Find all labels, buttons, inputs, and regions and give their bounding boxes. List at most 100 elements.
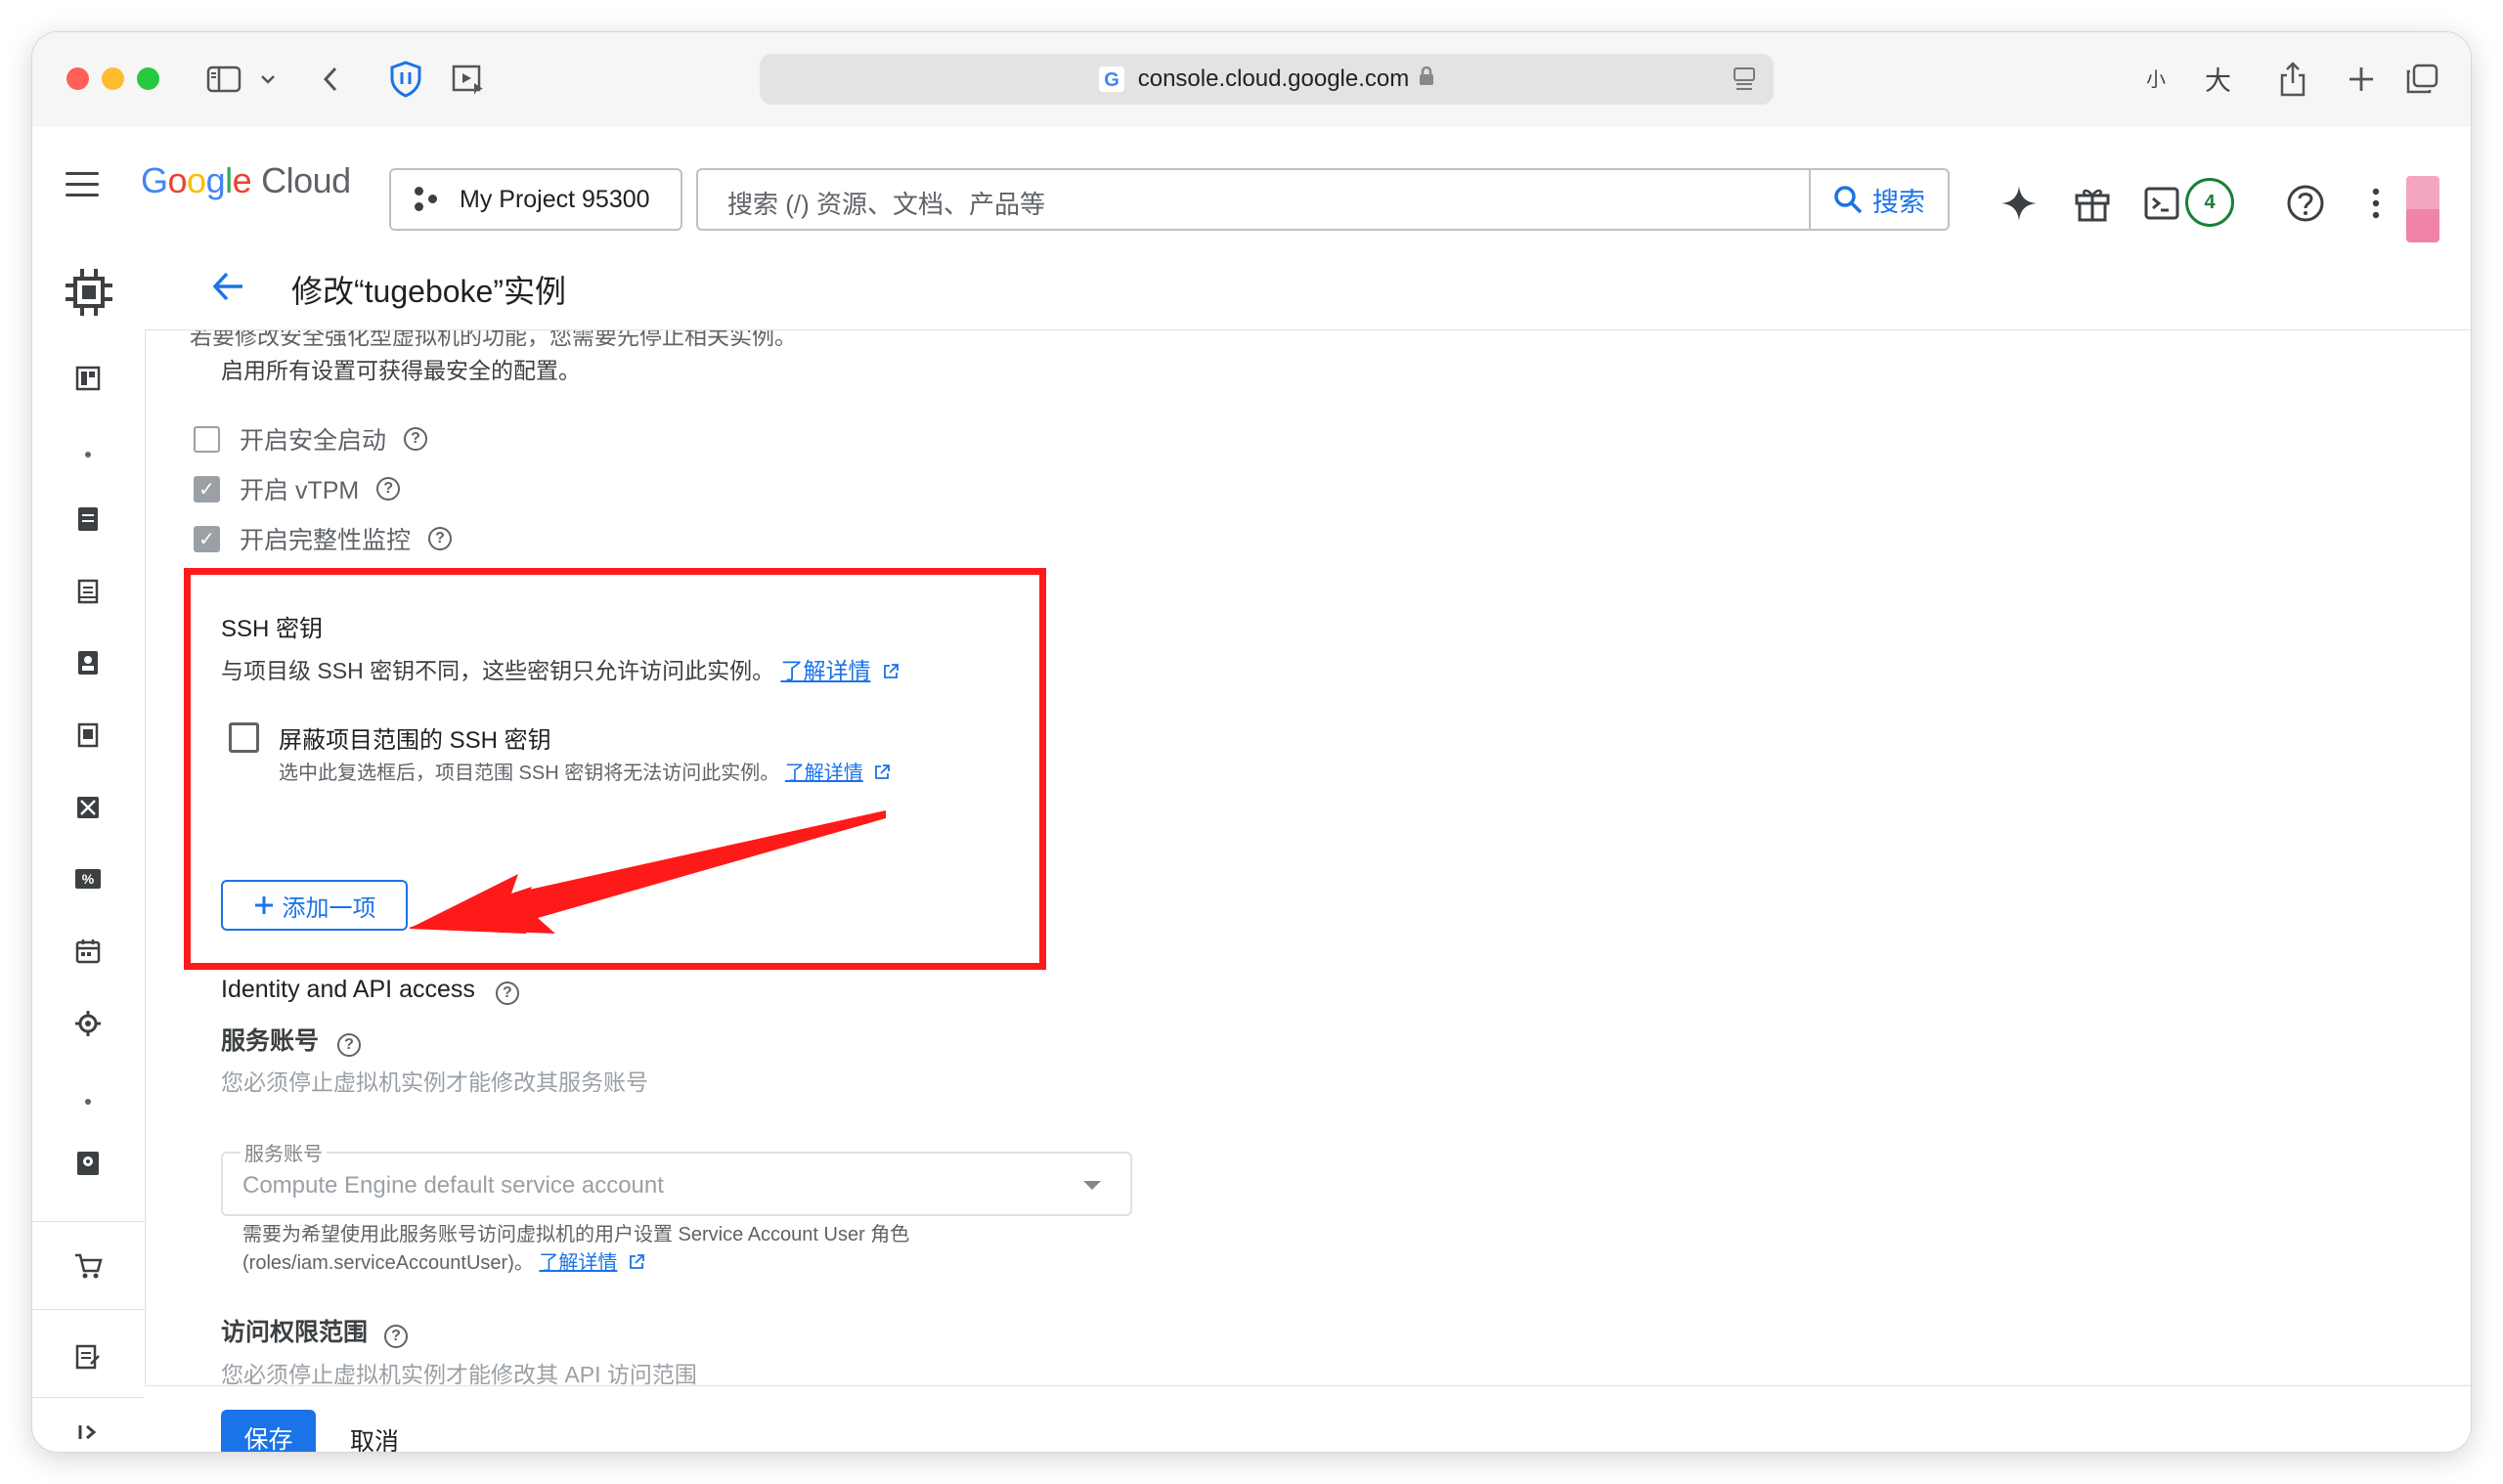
back-nav-icon[interactable] — [316, 58, 345, 101]
integrity-monitoring-checkbox-row[interactable]: ✓ 开启完整性监控 ? — [194, 521, 453, 556]
vtpm-checkbox-row[interactable]: ✓ 开启 vTPM ? — [194, 471, 401, 506]
help-icon[interactable]: ? — [404, 427, 428, 451]
back-arrow-icon[interactable] — [211, 269, 246, 304]
external-link-icon — [630, 1254, 644, 1269]
shielded-vm-note: 启用所有设置可获得最安全的配置。 — [221, 358, 581, 383]
compute-engine-icon[interactable] — [62, 265, 116, 320]
search-placeholder: 搜索 (/) 资源、文档、产品等 — [727, 190, 1045, 219]
marketplace-cart-icon[interactable] — [72, 1250, 104, 1282]
save-button[interactable]: 保存 — [221, 1410, 316, 1452]
help-icon[interactable]: ? — [336, 1033, 361, 1057]
logo-letter: g — [205, 160, 226, 200]
service-account-select[interactable]: 服务账号 Compute Engine default service acco… — [221, 1138, 1132, 1216]
sole-tenant-icon[interactable] — [72, 647, 104, 678]
service-account-helper-line2-row: (roles/iam.serviceAccountUser)。 了解详情 — [242, 1249, 909, 1278]
shield-extension-icon[interactable] — [384, 58, 427, 101]
rail-divider — [32, 1397, 145, 1398]
action-footer: 保存 取消 — [145, 1385, 2471, 1452]
share-icon[interactable] — [2271, 58, 2314, 101]
project-name: My Project 95300 — [460, 185, 650, 213]
logo-letter: e — [232, 160, 252, 200]
chevron-down-icon[interactable] — [253, 58, 283, 101]
instance-templates-icon[interactable] — [72, 576, 104, 607]
minimize-window-button[interactable] — [102, 67, 124, 90]
new-tab-icon[interactable] — [2340, 58, 2383, 101]
service-account-learn-more-link[interactable]: 了解详情 — [539, 1252, 617, 1274]
text-size-large-button[interactable]: 大 — [2205, 60, 2231, 98]
page-title-bar: 修改“tugeboke”实例 — [145, 243, 2471, 330]
service-account-select-label: 服务账号 — [241, 1138, 327, 1166]
search-button-label: 搜索 — [1872, 187, 1925, 217]
service-account-note: 您必须停止虚拟机实例才能修改其服务账号 — [221, 1069, 648, 1095]
cancel-button[interactable]: 取消 — [350, 1422, 399, 1452]
logo-letter: o — [187, 160, 206, 200]
secure-boot-checkbox[interactable] — [194, 425, 220, 453]
integrity-monitoring-label: 开启完整性监控 — [240, 527, 412, 554]
rail-dot — [85, 1099, 91, 1105]
secure-boot-label: 开启安全启动 — [240, 427, 387, 455]
os-patch-icon[interactable] — [72, 1148, 104, 1179]
gift-icon[interactable] — [2071, 182, 2114, 225]
browser-toolbar: G console.cloud.google.com 小 大 — [32, 32, 2471, 127]
secure-boot-checkbox-row[interactable]: 开启安全启动 ? — [194, 421, 428, 457]
help-icon[interactable]: ? — [383, 1325, 408, 1348]
google-cloud-logo[interactable]: Google Cloud — [141, 160, 351, 201]
svg-text:G: G — [1104, 69, 1120, 91]
lock-icon — [1419, 65, 1434, 92]
address-bar[interactable]: G console.cloud.google.com — [760, 54, 1774, 105]
notifications-badge[interactable]: 4 — [2185, 178, 2234, 227]
dashboard-icon[interactable] — [72, 363, 104, 394]
project-icon — [415, 187, 440, 212]
reader-mode-icon[interactable] — [1733, 66, 1756, 92]
access-scopes-title-row: 访问权限范围 ? — [221, 1313, 408, 1348]
tpus-icon[interactable] — [72, 792, 104, 823]
vm-instances-icon[interactable] — [72, 503, 104, 535]
service-account-title-row: 服务账号 ? — [221, 1022, 361, 1057]
release-notes-icon[interactable] — [72, 1340, 104, 1372]
access-scopes-title: 访问权限范围 — [221, 1319, 369, 1346]
zoom-window-button[interactable] — [137, 67, 159, 90]
page-title: 修改“tugeboke”实例 — [291, 274, 566, 309]
google-favicon-icon: G — [1098, 66, 1124, 92]
reservations-icon[interactable] — [72, 936, 104, 967]
url-text: console.cloud.google.com — [1137, 65, 1410, 92]
menu-icon[interactable] — [66, 172, 99, 199]
tab-overview-icon[interactable] — [2400, 58, 2443, 101]
search-icon — [1834, 186, 1863, 214]
left-nav-rail: % — [32, 243, 146, 1452]
rail-dot — [85, 452, 91, 458]
vtpm-label: 开启 vTPM — [240, 477, 360, 504]
help-icon[interactable] — [2284, 182, 2327, 225]
help-icon[interactable]: ? — [376, 477, 401, 501]
help-icon[interactable]: ? — [495, 982, 519, 1005]
dropdown-caret-icon — [1083, 1181, 1101, 1190]
more-options-icon[interactable] — [2354, 182, 2397, 225]
committed-use-discounts-icon[interactable]: % — [72, 863, 104, 895]
annotation-arrow — [409, 810, 886, 934]
integrity-monitoring-checkbox[interactable]: ✓ — [194, 525, 220, 552]
search-input[interactable]: 搜索 (/) 资源、文档、产品等 搜索 — [696, 168, 1950, 231]
avatar[interactable] — [2406, 176, 2439, 242]
service-account-select-value: Compute Engine default service account — [242, 1172, 664, 1199]
close-window-button[interactable] — [66, 67, 89, 90]
rail-divider — [32, 1309, 145, 1310]
project-picker-button[interactable]: My Project 95300 — [389, 168, 682, 231]
expand-rail-icon[interactable] — [72, 1417, 104, 1448]
search-button[interactable]: 搜索 — [1809, 170, 1948, 229]
sidebar-toggle-icon[interactable] — [202, 58, 245, 101]
machine-images-icon[interactable] — [72, 720, 104, 751]
settings-cog-icon[interactable] — [72, 1008, 104, 1039]
main-content: 若要修改安全强化型虚拟机的功能，您需要先停止相关实例。 启用所有设置可获得最安全… — [145, 329, 2471, 1385]
media-extension-icon[interactable] — [447, 58, 490, 101]
logo-cloud-text: Cloud — [261, 160, 351, 200]
logo-letter: l — [225, 160, 233, 200]
text-size-small-button[interactable]: 小 — [2146, 64, 2166, 92]
cloud-shell-icon[interactable] — [2140, 182, 2183, 225]
service-account-title: 服务账号 — [221, 1027, 320, 1055]
shielded-vm-stop-note: 若要修改安全强化型虚拟机的功能，您需要先停止相关实例。 — [190, 329, 797, 349]
help-icon[interactable]: ? — [428, 527, 453, 550]
browser-window: G console.cloud.google.com 小 大 Google Clo… — [32, 32, 2471, 1452]
gemini-sparkle-icon[interactable] — [1998, 182, 2041, 225]
access-scopes-note: 您必须停止虚拟机实例才能修改其 API 访问范围 — [221, 1362, 697, 1385]
vtpm-checkbox[interactable]: ✓ — [194, 475, 220, 502]
